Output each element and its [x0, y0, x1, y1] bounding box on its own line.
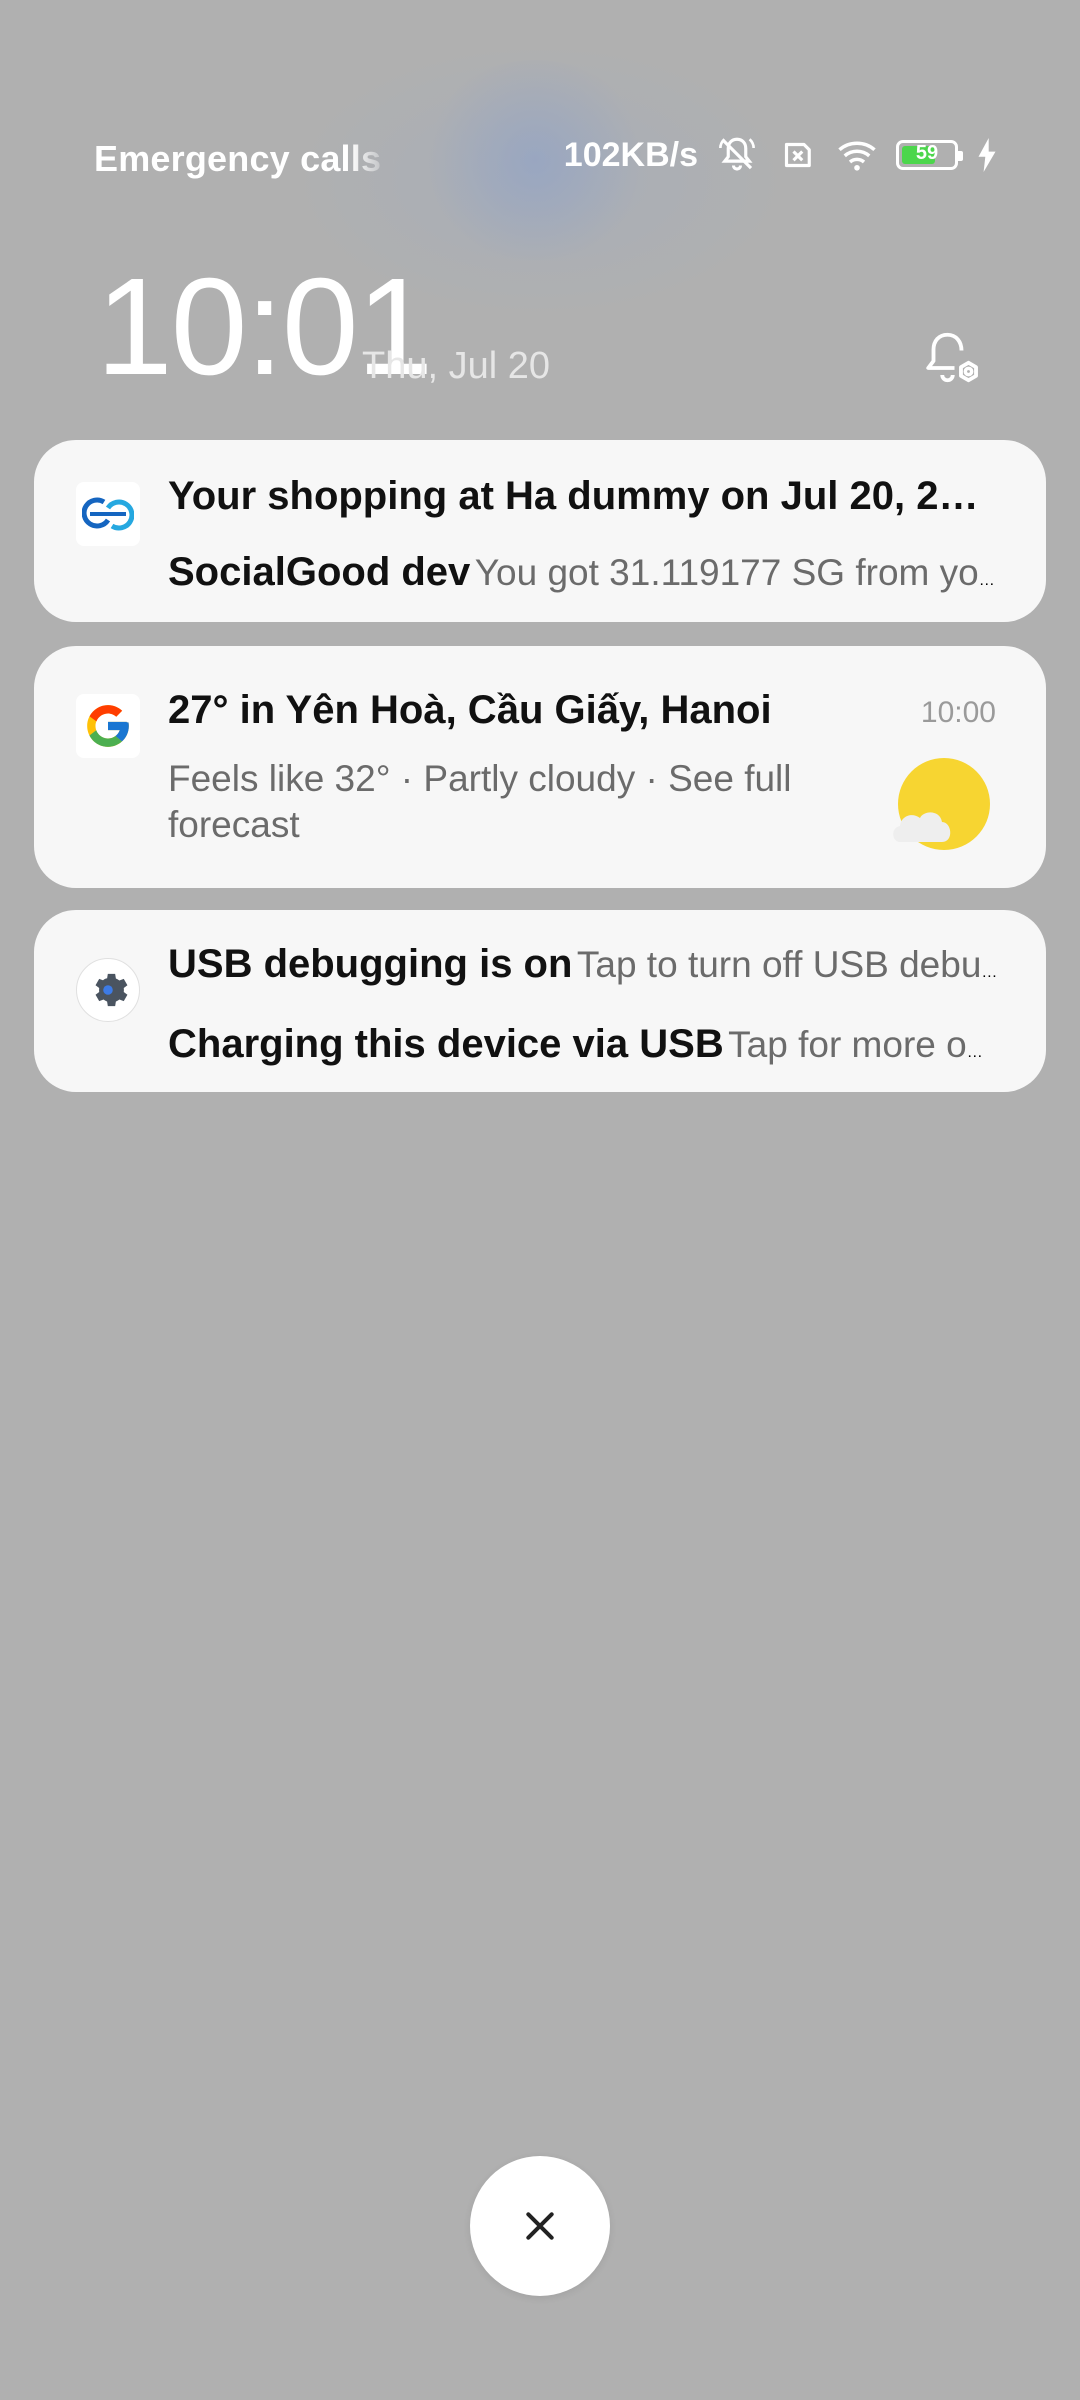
- usb-charging-text: Tap for more options: [728, 1024, 1000, 1065]
- notification-title: Your shopping at Ha dummy on Jul 20, 202…: [168, 474, 1000, 518]
- notification-text: You got 31.119177 SG from your shopping: [474, 552, 1000, 593]
- bell-settings-icon[interactable]: [916, 326, 986, 396]
- silent-bell-icon: [719, 137, 755, 171]
- partly-cloudy-icon: [893, 758, 990, 850]
- lockscreen-date: Thu, Jul 20: [362, 345, 550, 387]
- notification-app-name: SocialGood dev: [168, 550, 471, 594]
- google-g-icon: [76, 694, 140, 758]
- weather-line2: forecast: [168, 804, 300, 845]
- usb-debug-title: USB debugging is on: [168, 942, 573, 986]
- weather-line1: Feels like 32° · Partly cloudy · See ful…: [168, 758, 792, 799]
- network-speed: 102KB/s: [563, 135, 698, 174]
- notification-body: SocialGood dev You got 31.119177 SG from…: [168, 550, 1000, 595]
- close-icon: [526, 2212, 554, 2240]
- carrier-text: Emergency calls only: [94, 138, 394, 179]
- battery-icon: 59: [896, 140, 963, 170]
- battery-level: 59: [915, 142, 939, 164]
- usb-charging-line: Charging this device via USB Tap for mor…: [168, 1022, 1000, 1067]
- clear-notifications-button[interactable]: [470, 2156, 610, 2296]
- weather-title: 27° in Yên Hoà, Cầu Giấy, Hanoi: [168, 688, 772, 732]
- no-sim-icon: [784, 142, 811, 168]
- notification-usb[interactable]: USB debugging is on Tap to turn off USB …: [34, 910, 1046, 1092]
- usb-debug-text: Tap to turn off USB debugging: [576, 944, 1000, 985]
- notification-google-weather[interactable]: 27° in Yên Hoà, Cầu Giấy, Hanoi 10:00 Fe…: [34, 646, 1046, 888]
- notification-time: 10:00: [920, 696, 996, 729]
- usb-charging-title: Charging this device via USB: [168, 1022, 724, 1066]
- status-icons: 102KB/s 59: [564, 134, 998, 176]
- settings-gear-icon: [76, 958, 140, 1022]
- usb-debug-line: USB debugging is on Tap to turn off USB …: [168, 942, 1000, 987]
- notification-socialgood[interactable]: Your shopping at Ha dummy on Jul 20, 202…: [34, 440, 1046, 622]
- charging-bolt-icon: [978, 138, 996, 172]
- socialgood-logo-icon: [76, 482, 140, 546]
- wifi-icon: [838, 141, 876, 171]
- status-bar: Emergency calls only 102KB/s 59: [0, 130, 1080, 190]
